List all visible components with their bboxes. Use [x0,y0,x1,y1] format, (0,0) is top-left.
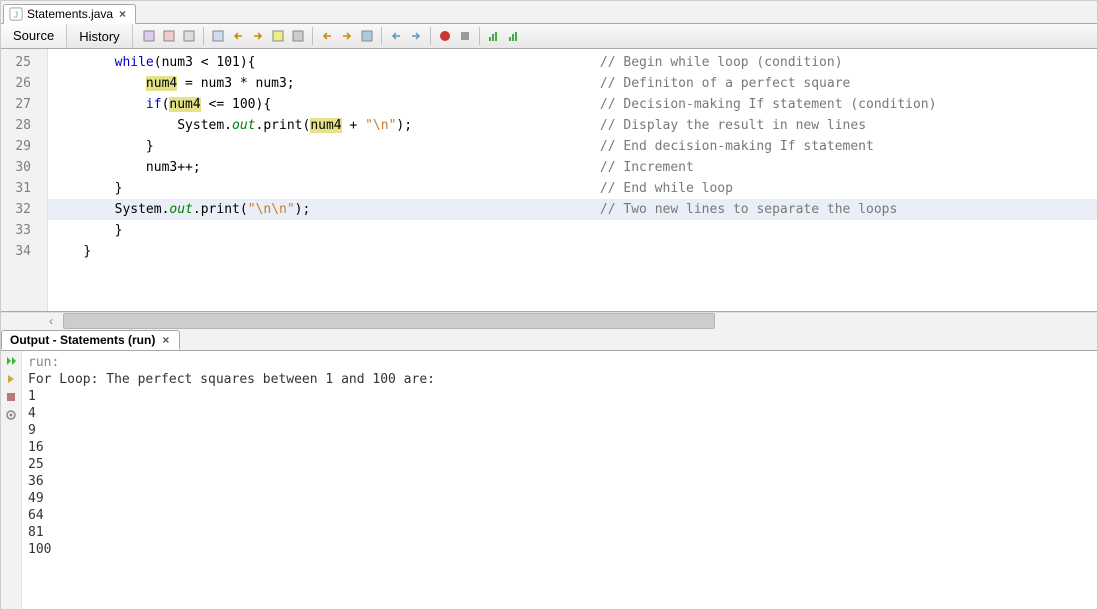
code-editor[interactable]: 25262728293031323334 while(num3 < 101){ … [1,49,1097,312]
comment-icon[interactable] [486,28,502,44]
stop-icon[interactable] [4,390,18,404]
editor-toolbar: Source History [1,24,1097,49]
output-line: 49 [28,490,1091,507]
macro-record-icon[interactable] [437,28,453,44]
scrollbar-thumb[interactable] [63,313,715,329]
prev-bookmark-icon[interactable] [319,28,335,44]
output-line: 81 [28,524,1091,541]
output-gutter [1,351,22,610]
file-tab-label: Statements.java [27,7,113,21]
rerun-icon[interactable] [4,354,18,368]
output-tab-strip: Output - Statements (run) × [1,329,1097,351]
output-line: run: [28,354,1091,371]
rerun-fail-icon[interactable] [4,372,18,386]
shift-right-icon[interactable] [408,28,424,44]
output-line: 16 [28,439,1091,456]
macro-stop-icon[interactable] [457,28,473,44]
svg-text:J: J [14,11,18,20]
output-tab-label: Output - Statements (run) [10,333,155,347]
output-line: 9 [28,422,1091,439]
output-line: 4 [28,405,1091,422]
output-line: 64 [28,507,1091,524]
scroll-left-icon[interactable]: ‹ [47,314,55,328]
tab-history[interactable]: History [67,24,132,48]
file-tab-strip: J Statements.java × [1,1,1097,24]
output-line: 100 [28,541,1091,558]
find-prev-icon[interactable] [230,28,246,44]
line-gutter: 25262728293031323334 [1,49,48,311]
toggle-rect-icon[interactable] [290,28,306,44]
output-text[interactable]: run:For Loop: The perfect squares betwee… [22,351,1097,610]
output-line: 36 [28,473,1091,490]
close-icon[interactable]: × [160,333,171,347]
output-tab[interactable]: Output - Statements (run) × [1,330,180,350]
toggle-bookmark-icon[interactable] [359,28,375,44]
tab-source[interactable]: Source [1,24,67,49]
settings-icon[interactable] [4,408,18,422]
close-icon[interactable]: × [117,7,128,21]
output-line: 25 [28,456,1091,473]
ide-window: J Statements.java × Source History 25262… [0,0,1098,610]
bookmarks-icon[interactable] [161,28,177,44]
java-file-icon: J [9,7,23,21]
code-area[interactable]: while(num3 < 101){ // Begin while loop (… [48,49,1097,311]
next-bookmark-icon[interactable] [339,28,355,44]
find-next-icon[interactable] [250,28,266,44]
find-selection-icon[interactable] [210,28,226,44]
last-edit-icon[interactable] [141,28,157,44]
horizontal-scrollbar[interactable]: ‹ [1,312,1097,329]
diff-icon[interactable] [181,28,197,44]
highlight-icon[interactable] [270,28,286,44]
uncomment-icon[interactable] [506,28,522,44]
output-line: 1 [28,388,1091,405]
output-panel: run:For Loop: The perfect squares betwee… [1,351,1097,610]
file-tab-statements[interactable]: J Statements.java × [3,4,136,24]
output-line: For Loop: The perfect squares between 1 … [28,371,1091,388]
shift-left-icon[interactable] [388,28,404,44]
